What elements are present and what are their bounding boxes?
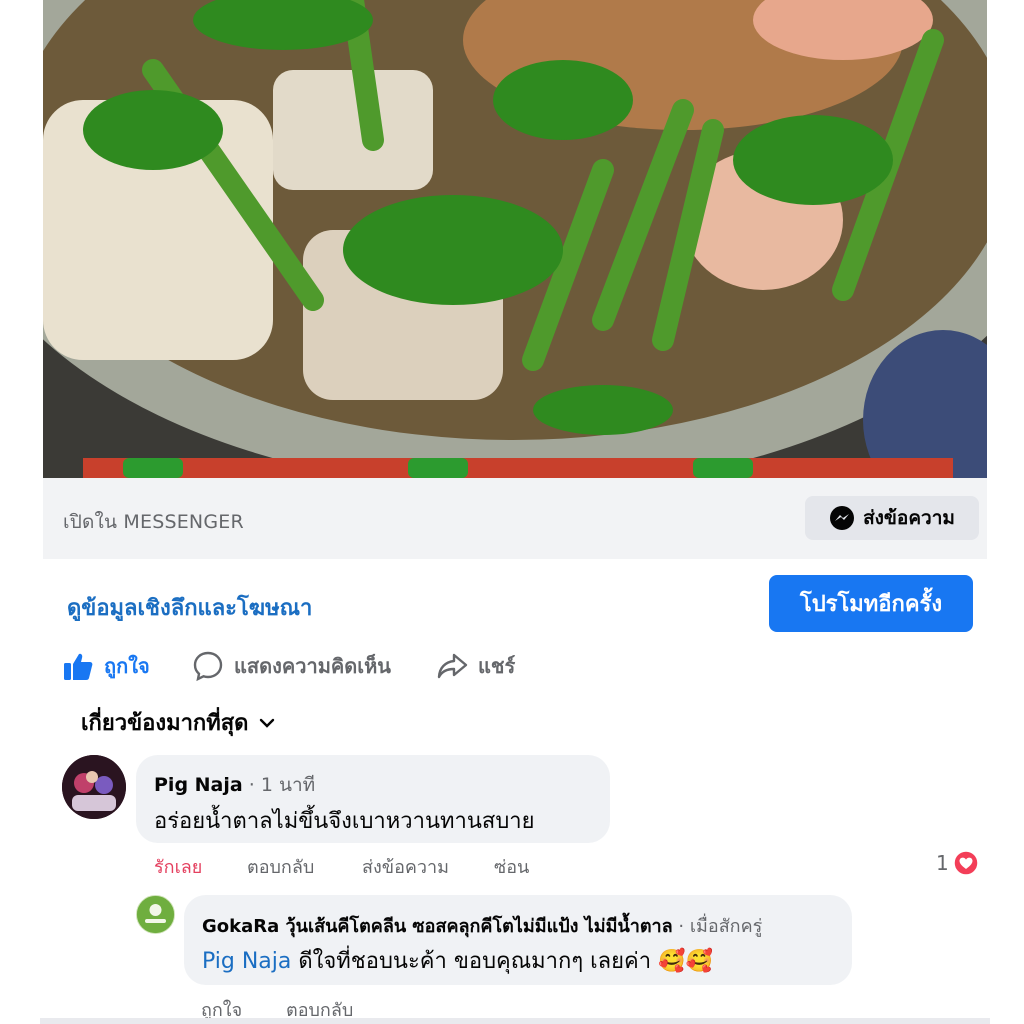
share-icon [437,653,468,679]
reply-author[interactable]: GokaRa วุ้นเส้นคีโตคลีน ซอสคลุกคีโตไม่มี… [202,911,762,940]
comment-text: อร่อยน้ำตาลไม่ขึ้นจึงเบาหวานทานสบาย [154,809,535,834]
reaction-count[interactable]: 1 [936,850,979,876]
thumbs-up-icon [64,653,93,680]
comment-sort-dropdown[interactable]: เกี่ยวข้องมากที่สุด [81,705,276,740]
share-button[interactable]: แชร์ [436,650,515,682]
reaction-count-number: 1 [936,851,949,875]
divider [40,1018,990,1024]
hide-button[interactable]: ซ่อน [494,852,529,881]
send-message-link[interactable]: ส่งข้อความ [362,852,449,881]
comment-bubble: Pig Naja · 1 นาที อร่อยน้ำตาลไม่ขึ้นจึงเ… [136,755,610,843]
like-button[interactable]: ถูกใจ [62,650,150,682]
share-label: แชร์ [478,654,516,678]
mention-link[interactable]: Pig Naja [202,949,291,974]
reply-button[interactable]: ตอบกลับ [247,852,314,881]
sort-label: เกี่ยวข้องมากที่สุด [81,711,249,736]
post-photo[interactable] [43,0,987,478]
comment-time: · 1 นาที [242,774,316,796]
reply-body: ดีใจที่ชอบนะค้า ขอบคุณมากๆ เลยค่า 🥰🥰 [291,949,713,974]
send-message-button[interactable]: ส่งข้อความ [805,496,979,540]
messenger-icon [830,506,855,530]
reply-text: Pig Naja ดีใจที่ชอบนะค้า ขอบคุณมากๆ เลยค… [202,943,713,978]
comment-icon [193,651,223,682]
comment-author[interactable]: Pig Naja · 1 นาที [154,770,315,800]
avatar[interactable] [62,755,126,819]
messenger-bar: เปิดใน MESSENGER ส่งข้อความ [43,478,987,559]
reply-time: · เมื่อสักครู่ [672,916,763,937]
chevron-down-icon [260,718,275,728]
love-reaction-icon [952,850,979,876]
send-message-label: ส่งข้อความ [863,507,955,529]
insights-and-ads-link[interactable]: ดูข้อมูลเชิงลึกและโฆษณา [67,590,312,625]
open-in-messenger-link[interactable]: เปิดใน MESSENGER [63,507,244,537]
like-label: ถูกใจ [104,654,150,678]
reply-bubble: GokaRa วุ้นเส้นคีโตคลีน ซอสคลุกคีโตไม่มี… [184,895,852,985]
page-avatar[interactable] [136,895,175,934]
comment-button[interactable]: แสดงความคิดเห็น [192,650,391,682]
comment-label: แสดงความคิดเห็น [234,654,391,678]
love-reaction-button[interactable]: รักเลย [154,852,202,881]
boost-again-button[interactable]: โปรโมทอีกครั้ง [769,575,973,632]
post-actions: ถูกใจ แสดงความคิดเห็น แชร์ [0,648,1024,688]
